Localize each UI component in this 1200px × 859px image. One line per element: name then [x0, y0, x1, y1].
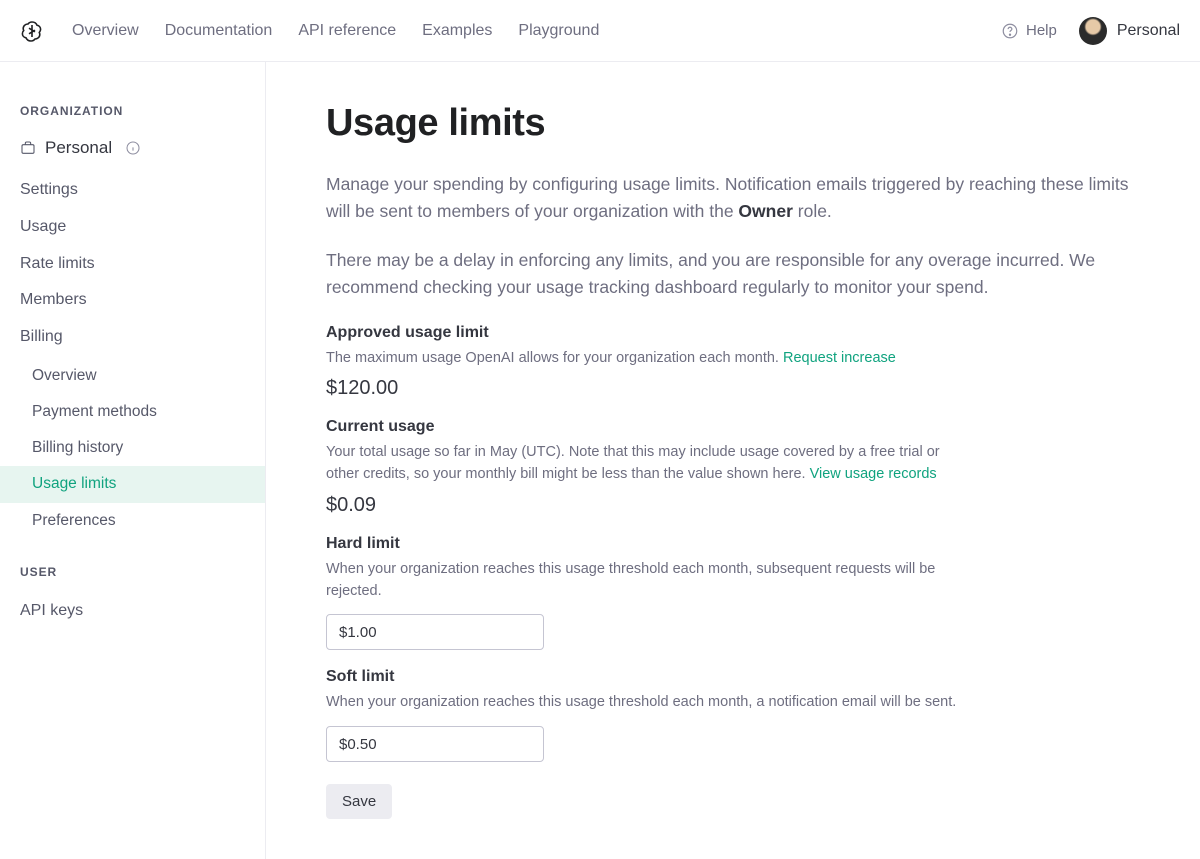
account-label: Personal	[1117, 22, 1180, 40]
request-increase-link[interactable]: Request increase	[783, 350, 896, 366]
view-usage-records-link[interactable]: View usage records	[810, 466, 937, 482]
sidebar-sub-overview[interactable]: Overview	[0, 358, 265, 394]
top-nav: Overview Documentation API reference Exa…	[72, 22, 1001, 40]
nav-api-reference[interactable]: API reference	[298, 22, 396, 40]
user-section-header: USER	[0, 565, 265, 593]
main-content: Usage limits Manage your spending by con…	[266, 62, 1136, 859]
approved-limit-title: Approved usage limit	[326, 324, 1136, 342]
sidebar-item-members[interactable]: Members	[0, 282, 265, 319]
sidebar-item-usage[interactable]: Usage	[0, 209, 265, 246]
sidebar: ORGANIZATION Personal Settings Usage Rat…	[0, 62, 266, 859]
info-icon[interactable]	[125, 140, 141, 156]
sidebar-item-billing[interactable]: Billing	[0, 319, 265, 356]
current-usage-title: Current usage	[326, 418, 1136, 436]
org-section-header: ORGANIZATION	[0, 104, 265, 132]
sidebar-item-api-keys[interactable]: API keys	[0, 593, 265, 630]
help-icon	[1001, 22, 1019, 40]
intro-paragraph-1: Manage your spending by configuring usag…	[326, 171, 1136, 225]
soft-limit-desc: When your organization reaches this usag…	[326, 692, 976, 714]
sidebar-item-settings[interactable]: Settings	[0, 172, 265, 209]
help-label: Help	[1026, 22, 1057, 39]
sidebar-sub-payment-methods[interactable]: Payment methods	[0, 394, 265, 430]
intro-paragraph-2: There may be a delay in enforcing any li…	[326, 247, 1136, 301]
avatar	[1079, 17, 1107, 45]
hard-limit-desc: When your organization reaches this usag…	[326, 559, 976, 603]
nav-examples[interactable]: Examples	[422, 22, 492, 40]
current-usage-desc: Your total usage so far in May (UTC). No…	[326, 442, 976, 486]
help-link[interactable]: Help	[1001, 22, 1057, 40]
account-menu[interactable]: Personal	[1079, 17, 1180, 45]
hard-limit-input[interactable]	[326, 614, 544, 650]
soft-limit-title: Soft limit	[326, 668, 1136, 686]
nav-playground[interactable]: Playground	[518, 22, 599, 40]
current-usage-value: $0.09	[326, 494, 1136, 517]
soft-limit-input[interactable]	[326, 726, 544, 762]
nav-documentation[interactable]: Documentation	[165, 22, 273, 40]
sidebar-sub-preferences[interactable]: Preferences	[0, 503, 265, 539]
nav-overview[interactable]: Overview	[72, 22, 139, 40]
page-title: Usage limits	[326, 102, 1136, 145]
save-button[interactable]: Save	[326, 784, 392, 819]
hard-limit-title: Hard limit	[326, 535, 1136, 553]
org-name: Personal	[45, 138, 112, 158]
approved-limit-value: $120.00	[326, 377, 1136, 400]
approved-limit-desc: The maximum usage OpenAI allows for your…	[326, 348, 976, 370]
briefcase-icon	[20, 140, 36, 156]
sidebar-sub-billing-history[interactable]: Billing history	[0, 430, 265, 466]
sidebar-sub-usage-limits[interactable]: Usage limits	[0, 466, 265, 502]
openai-logo-icon[interactable]	[20, 19, 44, 43]
org-selector[interactable]: Personal	[0, 132, 265, 172]
sidebar-item-rate-limits[interactable]: Rate limits	[0, 246, 265, 283]
